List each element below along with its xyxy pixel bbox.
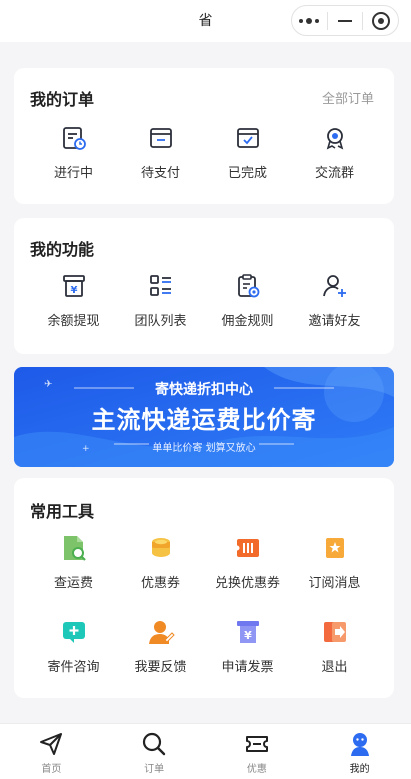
tool-item-label: 兑换优惠券 bbox=[214, 576, 280, 591]
promo-banner[interactable]: ✈ + 寄快递折扣中心 主流快递运费比价寄 单单比价寄 划算又放心 bbox=[14, 367, 394, 467]
tool-item-label: 我要反馈 bbox=[134, 660, 187, 675]
tool-subscribe-message[interactable]: 订阅消息 bbox=[291, 534, 378, 591]
check-shipping-icon bbox=[60, 534, 88, 562]
functions-title: 我的功能 bbox=[30, 240, 95, 259]
tab-label: 订单 bbox=[144, 764, 165, 775]
tool-invoice[interactable]: ¥ 申请发票 bbox=[204, 618, 291, 675]
order-item-label: 进行中 bbox=[53, 166, 93, 181]
redeem-coupon-icon bbox=[234, 534, 262, 562]
coupon-icon bbox=[147, 534, 175, 562]
tool-redeem-coupon[interactable]: 兑换优惠券 bbox=[204, 534, 291, 591]
orders-card: 我的订单 全部订单 进行中 待支付 已完成 交流群 bbox=[14, 68, 394, 204]
tools-title: 常用工具 bbox=[30, 502, 95, 521]
feedback-icon bbox=[147, 618, 175, 646]
target-icon bbox=[371, 11, 390, 30]
order-item-label: 交流群 bbox=[314, 166, 354, 181]
orders-title: 我的订单 bbox=[30, 90, 95, 109]
team-list-icon bbox=[147, 272, 175, 300]
functions-card: 我的功能 ¥ 余额提现 团队列表 佣金规则 邀请好友 bbox=[14, 218, 394, 354]
banner-line2: 主流快递运费比价寄 bbox=[91, 406, 317, 434]
tool-item-label: 申请发票 bbox=[221, 660, 274, 675]
order-in-progress[interactable]: 进行中 bbox=[30, 124, 117, 181]
commission-rules-icon bbox=[234, 272, 262, 300]
function-item-label: 佣金规则 bbox=[221, 314, 274, 329]
pending-payment-icon bbox=[147, 124, 175, 152]
tab-label: 我的 bbox=[349, 764, 370, 775]
tool-check-shipping[interactable]: 查运费 bbox=[30, 534, 117, 591]
tool-item-label: 寄件咨询 bbox=[47, 660, 100, 675]
logout-icon bbox=[321, 618, 349, 646]
order-pending-payment[interactable]: 待支付 bbox=[117, 124, 204, 181]
mini-program-capsule bbox=[291, 5, 399, 36]
function-item-label: 团队列表 bbox=[134, 314, 187, 329]
banner-line1: 寄快递折扣中心 bbox=[155, 382, 253, 398]
tool-item-label: 订阅消息 bbox=[308, 576, 361, 591]
svg-text:¥: ¥ bbox=[244, 629, 252, 642]
function-commission-rules[interactable]: 佣金规则 bbox=[204, 272, 291, 329]
order-completed[interactable]: 已完成 bbox=[204, 124, 291, 181]
tool-item-label: 退出 bbox=[321, 660, 348, 675]
tools-card: 常用工具 查运费 优惠券 兑换优惠券 订阅消息 寄件咨询 我要反馈 ¥ 申请发票… bbox=[14, 478, 394, 698]
order-item-label: 待支付 bbox=[140, 166, 180, 181]
tool-item-label: 优惠券 bbox=[140, 576, 180, 591]
invoice-icon: ¥ bbox=[234, 618, 262, 646]
completed-icon bbox=[234, 124, 262, 152]
tab-orders[interactable]: 订单 bbox=[103, 724, 206, 779]
tool-coupon[interactable]: 优惠券 bbox=[117, 534, 204, 591]
tools-grid-row-2: 寄件咨询 我要反馈 ¥ 申请发票 退出 bbox=[14, 618, 394, 675]
bottom-tab-bar: 首页 订单 优惠 我的 bbox=[0, 723, 411, 779]
tab-home[interactable]: 首页 bbox=[0, 724, 103, 779]
close-button[interactable] bbox=[363, 6, 398, 35]
more-button[interactable] bbox=[292, 6, 327, 35]
tool-item-label: 查运费 bbox=[53, 576, 93, 591]
orders-grid: 进行中 待支付 已完成 交流群 bbox=[14, 124, 394, 181]
function-team-list[interactable]: 团队列表 bbox=[117, 272, 204, 329]
function-withdraw[interactable]: ¥ 余额提现 bbox=[30, 272, 117, 329]
all-orders-link[interactable]: 全部订单 bbox=[322, 88, 374, 107]
tool-consult[interactable]: 寄件咨询 bbox=[30, 618, 117, 675]
paper-plane-icon bbox=[40, 733, 63, 755]
functions-grid: ¥ 余额提现 团队列表 佣金规则 邀请好友 bbox=[14, 272, 394, 329]
consult-icon bbox=[60, 618, 88, 646]
tools-grid-row-1: 查运费 优惠券 兑换优惠券 订阅消息 bbox=[14, 534, 394, 591]
tool-logout[interactable]: 退出 bbox=[291, 618, 378, 675]
subscribe-message-icon bbox=[321, 534, 349, 562]
order-item-label: 已完成 bbox=[227, 166, 267, 181]
in-progress-icon bbox=[60, 124, 88, 152]
function-invite-friend[interactable]: 邀请好友 bbox=[291, 272, 378, 329]
withdraw-icon: ¥ bbox=[60, 272, 88, 300]
tab-discounts[interactable]: 优惠 bbox=[206, 724, 309, 779]
invite-friend-icon bbox=[321, 272, 349, 300]
search-icon bbox=[143, 732, 166, 756]
nav-bar: 省 bbox=[0, 0, 411, 42]
tool-feedback[interactable]: 我要反馈 bbox=[117, 618, 204, 675]
more-dots-icon bbox=[299, 17, 320, 24]
svg-text:¥: ¥ bbox=[70, 285, 77, 296]
group-badge-icon bbox=[321, 124, 349, 152]
order-group-chat[interactable]: 交流群 bbox=[291, 124, 378, 181]
user-avatar-icon bbox=[350, 733, 369, 756]
minus-icon bbox=[338, 19, 352, 22]
function-item-label: 余额提现 bbox=[47, 314, 100, 329]
ticket-icon bbox=[245, 736, 268, 752]
minimize-button[interactable] bbox=[328, 6, 363, 35]
tab-label: 优惠 bbox=[246, 764, 267, 775]
banner-line3: 单单比价寄 划算又放心 bbox=[152, 443, 256, 454]
function-item-label: 邀请好友 bbox=[308, 314, 361, 329]
tab-label: 首页 bbox=[41, 764, 62, 775]
tab-mine[interactable]: 我的 bbox=[308, 724, 411, 779]
